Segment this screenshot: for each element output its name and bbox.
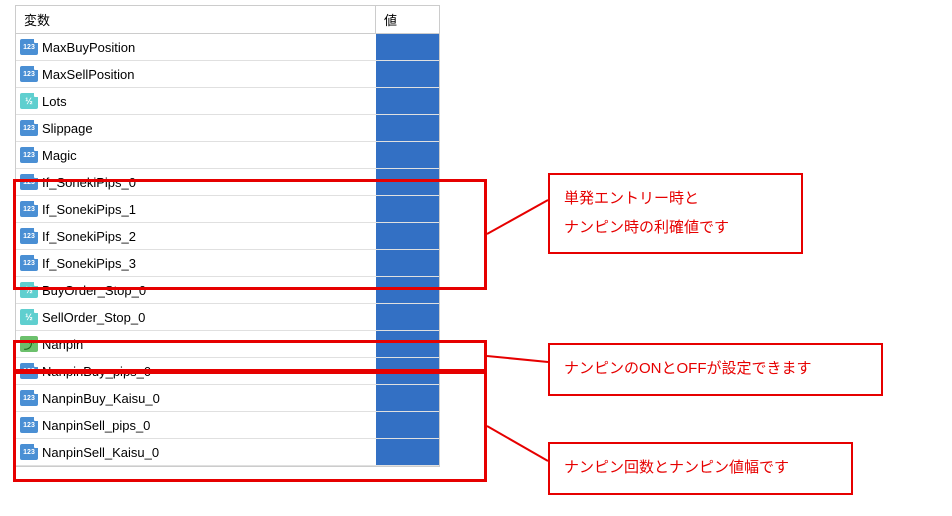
cell-variable: NanpinSell_Kaisu_0 (16, 444, 376, 460)
fraction-icon (20, 309, 38, 325)
table-row[interactable]: Slippage (16, 115, 439, 142)
table-row[interactable]: MaxSellPosition (16, 61, 439, 88)
variable-name: SellOrder_Stop_0 (42, 310, 145, 325)
integer-icon (20, 66, 38, 82)
table-row[interactable]: NanpinSell_pips_0 (16, 412, 439, 439)
integer-icon (20, 363, 38, 379)
cell-variable: Slippage (16, 120, 376, 136)
integer-icon (20, 174, 38, 190)
table-row[interactable]: If_SonekiPips_0 (16, 169, 439, 196)
cell-variable: If_SonekiPips_0 (16, 174, 376, 190)
cell-variable: SellOrder_Stop_0 (16, 309, 376, 325)
integer-icon (20, 39, 38, 55)
table-header: 変数 値 (16, 6, 439, 34)
cell-value[interactable] (376, 439, 439, 465)
variable-name: Lots (42, 94, 67, 109)
cell-variable: Lots (16, 93, 376, 109)
integer-icon (20, 201, 38, 217)
cell-value[interactable] (376, 412, 439, 438)
variable-name: If_SonekiPips_2 (42, 229, 136, 244)
table-row[interactable]: SellOrder_Stop_0 (16, 304, 439, 331)
variable-name: NanpinBuy_Kaisu_0 (42, 391, 160, 406)
connector-3 (487, 426, 548, 461)
cell-value[interactable] (376, 115, 439, 141)
table-body: MaxBuyPosition MaxSellPosition Lots Slippag… (16, 34, 439, 466)
integer-icon (20, 147, 38, 163)
cell-variable: NanpinSell_pips_0 (16, 417, 376, 433)
cell-value[interactable] (376, 61, 439, 87)
cell-variable: If_SonekiPips_3 (16, 255, 376, 271)
variable-name: MaxSellPosition (42, 67, 135, 82)
cell-value[interactable] (376, 250, 439, 276)
table-row[interactable]: NanpinSell_Kaisu_0 (16, 439, 439, 466)
annotation-nanpin-params: ナンピン回数とナンピン値幅です (548, 442, 853, 495)
table-row[interactable]: MaxBuyPosition (16, 34, 439, 61)
header-value[interactable]: 値 (376, 6, 439, 33)
toggle-icon (20, 336, 38, 352)
cell-variable: NanpinBuy_pips_0 (16, 363, 376, 379)
variable-name: BuyOrder_Stop_0 (42, 283, 146, 298)
cell-value[interactable] (376, 142, 439, 168)
annotation-soneki-line1: 単発エントリー時と (564, 185, 787, 214)
cell-value[interactable] (376, 88, 439, 114)
integer-icon (20, 228, 38, 244)
cell-variable: Nanpin (16, 336, 376, 352)
cell-value[interactable] (376, 331, 439, 357)
connector-1 (487, 200, 548, 234)
integer-icon (20, 417, 38, 433)
annotation-nanpin-text: ナンピンのONとOFFが設定できます (564, 360, 812, 377)
variable-name: If_SonekiPips_0 (42, 175, 136, 190)
variable-name: Magic (42, 148, 77, 163)
table-row[interactable]: Nanpin (16, 331, 439, 358)
cell-value[interactable] (376, 277, 439, 303)
table-row[interactable]: Magic (16, 142, 439, 169)
cell-value[interactable] (376, 304, 439, 330)
table-row[interactable]: If_SonekiPips_3 (16, 250, 439, 277)
integer-icon (20, 255, 38, 271)
table-row[interactable]: NanpinBuy_pips_0 (16, 358, 439, 385)
cell-value[interactable] (376, 169, 439, 195)
cell-value[interactable] (376, 223, 439, 249)
header-variable[interactable]: 変数 (16, 6, 376, 33)
cell-value[interactable] (376, 358, 439, 384)
cell-variable: If_SonekiPips_2 (16, 228, 376, 244)
table-row[interactable]: If_SonekiPips_2 (16, 223, 439, 250)
connector-2 (487, 356, 548, 362)
cell-variable: Magic (16, 147, 376, 163)
cell-value[interactable] (376, 196, 439, 222)
variable-name: NanpinSell_pips_0 (42, 418, 150, 433)
cell-variable: MaxSellPosition (16, 66, 376, 82)
annotation-nanpin-params-text: ナンピン回数とナンピン値幅です (564, 459, 789, 476)
fraction-icon (20, 282, 38, 298)
annotation-soneki-line2: ナンピン時の利確値です (564, 214, 787, 243)
integer-icon (20, 120, 38, 136)
variable-name: Slippage (42, 121, 93, 136)
cell-variable: BuyOrder_Stop_0 (16, 282, 376, 298)
variable-name: NanpinBuy_pips_0 (42, 364, 151, 379)
cell-variable: MaxBuyPosition (16, 39, 376, 55)
table-row[interactable]: Lots (16, 88, 439, 115)
variable-name: Nanpin (42, 337, 83, 352)
integer-icon (20, 444, 38, 460)
parameter-table: 変数 値 MaxBuyPosition MaxSellPosition Lots Sl… (15, 5, 440, 467)
cell-variable: If_SonekiPips_1 (16, 201, 376, 217)
annotation-nanpin: ナンピンのONとOFFが設定できます (548, 343, 883, 396)
cell-variable: NanpinBuy_Kaisu_0 (16, 390, 376, 406)
table-row[interactable]: NanpinBuy_Kaisu_0 (16, 385, 439, 412)
table-row[interactable]: If_SonekiPips_1 (16, 196, 439, 223)
variable-name: If_SonekiPips_1 (42, 202, 136, 217)
fraction-icon (20, 93, 38, 109)
variable-name: MaxBuyPosition (42, 40, 135, 55)
table-row[interactable]: BuyOrder_Stop_0 (16, 277, 439, 304)
variable-name: NanpinSell_Kaisu_0 (42, 445, 159, 460)
cell-value[interactable] (376, 34, 439, 60)
integer-icon (20, 390, 38, 406)
variable-name: If_SonekiPips_3 (42, 256, 136, 271)
cell-value[interactable] (376, 385, 439, 411)
annotation-soneki: 単発エントリー時と ナンピン時の利確値です (548, 173, 803, 254)
